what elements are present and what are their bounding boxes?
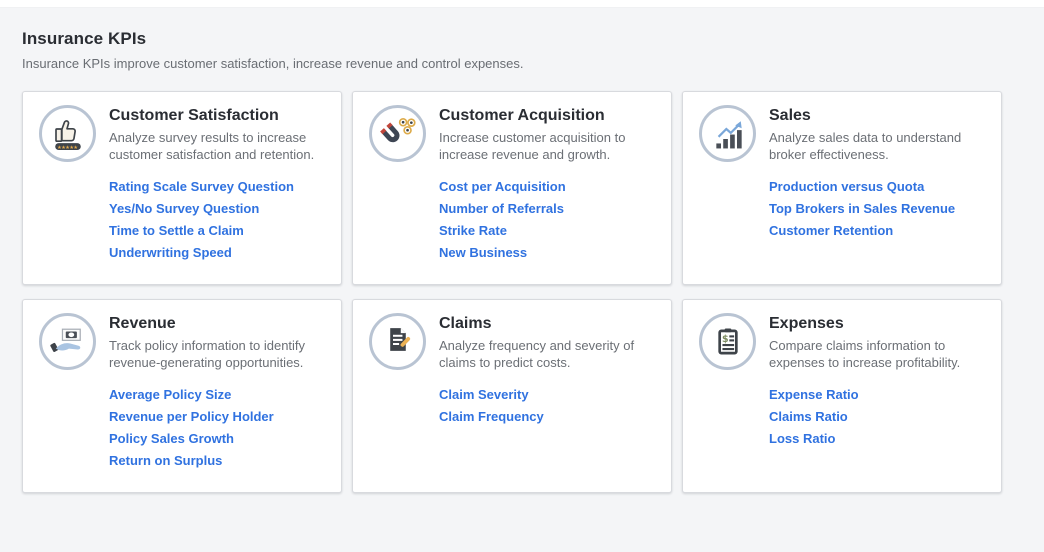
hand-money-icon [39,313,96,370]
kpi-card-customer-acquisition: Customer Acquisition Increase customer a… [352,91,672,285]
card-links: Expense Ratio Claims Ratio Loss Ratio [769,388,985,445]
svg-text:★★★★★: ★★★★★ [57,144,78,150]
kpi-link-claims-ratio[interactable]: Claims Ratio [769,410,848,423]
card-title: Claims [439,313,655,334]
kpi-card-revenue: Revenue Track policy information to iden… [22,299,342,493]
page-title: Insurance KPIs [22,29,1022,49]
kpi-link-claim-severity[interactable]: Claim Severity [439,388,529,401]
card-title: Revenue [109,313,325,334]
invoice-clipboard-icon: $ [699,313,756,370]
card-description: Analyze frequency and severity of claims… [439,337,655,371]
kpi-link-revenue-per-policy-holder[interactable]: Revenue per Policy Holder [109,410,274,423]
kpi-link-loss-ratio[interactable]: Loss Ratio [769,432,835,445]
card-links: Cost per Acquisition Number of Referrals… [439,180,655,259]
kpi-link-strike-rate[interactable]: Strike Rate [439,224,507,237]
kpi-link-underwriting-speed[interactable]: Underwriting Speed [109,246,232,259]
insurance-kpis-page: Insurance KPIs Insurance KPIs improve cu… [0,8,1044,493]
kpi-card-claims: Claims Analyze frequency and severity of… [352,299,672,493]
kpi-link-average-policy-size[interactable]: Average Policy Size [109,388,231,401]
kpi-card-customer-satisfaction: ★★★★★ Customer Satisfaction Analyze surv… [22,91,342,285]
card-description: Analyze sales data to understand broker … [769,129,985,163]
bar-chart-growth-icon [699,105,756,162]
svg-text:$: $ [722,334,729,345]
card-description: Analyze survey results to increase custo… [109,129,325,163]
top-divider-strip [0,0,1044,8]
card-links: Average Policy Size Revenue per Policy H… [109,388,325,467]
kpi-link-top-brokers-in-sales-revenue[interactable]: Top Brokers in Sales Revenue [769,202,955,215]
kpi-link-claim-frequency[interactable]: Claim Frequency [439,410,544,423]
kpi-link-new-business[interactable]: New Business [439,246,527,259]
kpi-link-rating-scale-survey-question[interactable]: Rating Scale Survey Question [109,180,294,193]
kpi-link-number-of-referrals[interactable]: Number of Referrals [439,202,564,215]
kpi-link-policy-sales-growth[interactable]: Policy Sales Growth [109,432,234,445]
kpi-link-expense-ratio[interactable]: Expense Ratio [769,388,859,401]
page-subtitle: Insurance KPIs improve customer satisfac… [22,56,1022,71]
card-links: Rating Scale Survey Question Yes/No Surv… [109,180,325,259]
thumbs-up-rating-icon: ★★★★★ [39,105,96,162]
card-links: Production versus Quota Top Brokers in S… [769,180,985,237]
card-description: Compare claims information to expenses t… [769,337,985,371]
kpi-card-expenses: $ Expenses Compare claims information to… [682,299,1002,493]
card-description: Increase customer acquisition to increas… [439,129,655,163]
document-pencil-icon [369,313,426,370]
kpi-link-production-versus-quota[interactable]: Production versus Quota [769,180,924,193]
card-title: Customer Satisfaction [109,105,325,126]
kpi-link-customer-retention[interactable]: Customer Retention [769,224,893,237]
card-title: Customer Acquisition [439,105,655,126]
kpi-link-cost-per-acquisition[interactable]: Cost per Acquisition [439,180,566,193]
kpi-link-time-to-settle-a-claim[interactable]: Time to Settle a Claim [109,224,244,237]
card-title: Sales [769,105,985,126]
kpi-link-return-on-surplus[interactable]: Return on Surplus [109,454,222,467]
kpi-card-sales: Sales Analyze sales data to understand b… [682,91,1002,285]
kpi-cards-grid: ★★★★★ Customer Satisfaction Analyze surv… [22,91,1022,493]
magnet-icon [369,105,426,162]
card-description: Track policy information to identify rev… [109,337,325,371]
kpi-link-yes-no-survey-question[interactable]: Yes/No Survey Question [109,202,259,215]
card-title: Expenses [769,313,985,334]
card-links: Claim Severity Claim Frequency [439,388,655,423]
